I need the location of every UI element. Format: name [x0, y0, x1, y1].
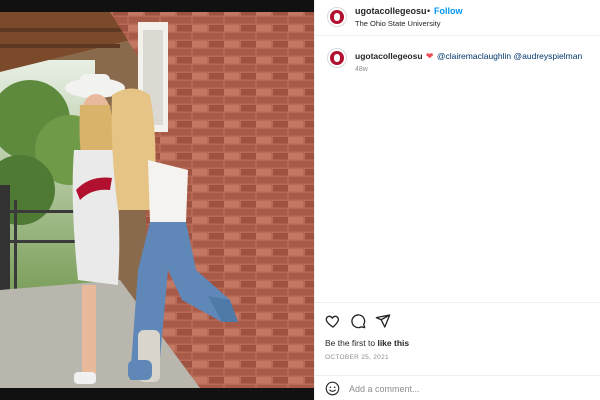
- comment-bubble-icon[interactable]: [350, 313, 366, 329]
- smiley-icon[interactable]: [325, 381, 340, 396]
- like-this-link[interactable]: like this: [377, 338, 409, 348]
- caption-text: ugotacollegeosu ❤ @clairemaclaughlin @au…: [355, 51, 582, 62]
- caption-timestamp[interactable]: 48w: [355, 66, 368, 73]
- follow-button[interactable]: Follow: [434, 6, 463, 16]
- paper-plane-icon[interactable]: [375, 313, 391, 329]
- post-side-panel: ugotacollegeosu • Follow The Ohio State …: [314, 0, 600, 400]
- comment-bar: [315, 375, 600, 400]
- post-header: ugotacollegeosu • Follow The Ohio State …: [315, 0, 600, 36]
- location-link[interactable]: The Ohio State University: [355, 19, 440, 28]
- post-date[interactable]: OCTOBER 25, 2021: [325, 354, 389, 361]
- comment-input[interactable]: [349, 381, 549, 397]
- likes-prefix: Be the first to: [325, 338, 378, 348]
- instagram-post: ugotacollegeosu • Follow The Ohio State …: [0, 0, 600, 400]
- heart-outline-icon[interactable]: [325, 313, 341, 329]
- separator-dot: •: [427, 6, 431, 16]
- post-photo[interactable]: [0, 0, 314, 400]
- mention-link[interactable]: @audreyspielman: [514, 51, 583, 61]
- author-username[interactable]: ugotacollegeosu: [355, 6, 427, 16]
- caption-avatar[interactable]: [327, 48, 347, 68]
- author-avatar[interactable]: [327, 7, 347, 27]
- post-photo-illustration: [0, 0, 314, 400]
- heart-emoji: ❤: [425, 51, 434, 61]
- likes-summary: Be the first to like this: [325, 338, 409, 348]
- mention-link[interactable]: @clairemaclaughlin: [437, 51, 511, 61]
- caption-username[interactable]: ugotacollegeosu: [355, 51, 423, 61]
- post-actions-section: Be the first to like this OCTOBER 25, 20…: [315, 302, 600, 400]
